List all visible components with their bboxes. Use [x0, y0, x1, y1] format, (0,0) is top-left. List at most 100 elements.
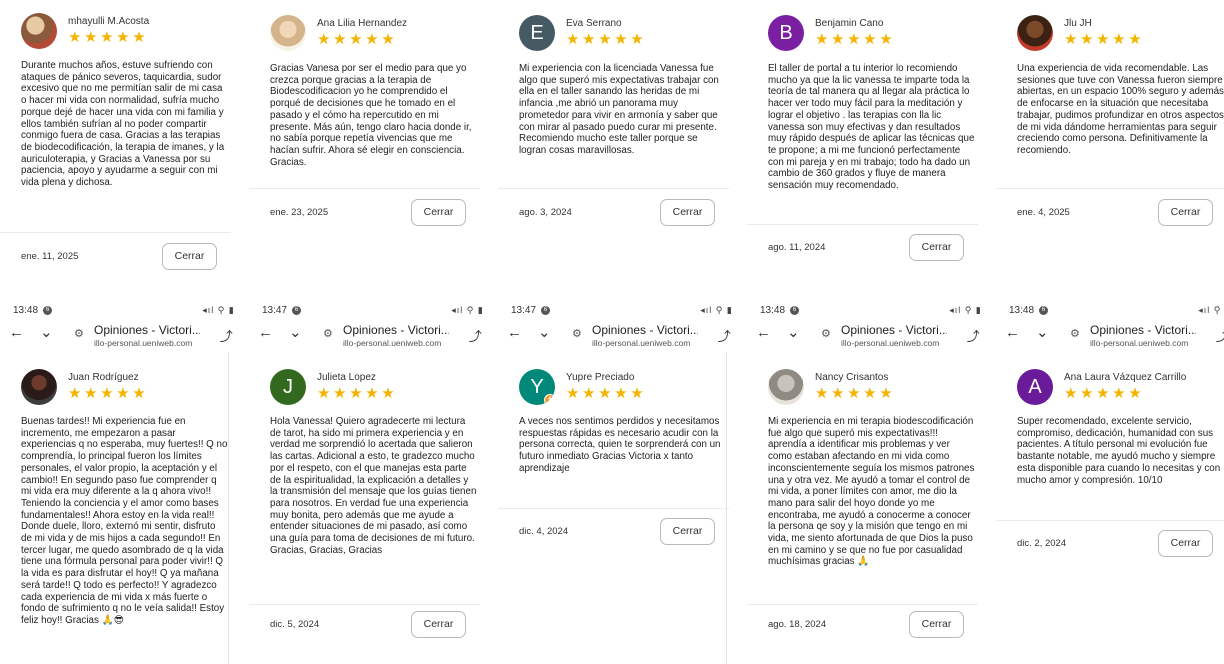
status-time: 13:48	[1009, 304, 1035, 316]
close-button[interactable]: Cerrar	[411, 611, 466, 638]
review-date: ago. 18, 2024	[768, 619, 827, 630]
avatar-letter: Y	[530, 376, 544, 398]
tune-icon[interactable]: ⚙	[74, 327, 84, 340]
page-title: Opiniones - Victori...	[94, 323, 200, 337]
review-date: dic. 2, 2024	[1017, 538, 1067, 549]
tune-icon[interactable]: ⚙	[821, 327, 831, 340]
share-icon[interactable]: ⤴	[220, 326, 233, 345]
browser-toolbar: ← ⌄ ⚙ Opiniones - Victori... illo-person…	[747, 320, 992, 352]
divider	[498, 508, 729, 509]
review-date: ago. 3, 2024	[519, 207, 572, 218]
review-text: Super recomendado, excelente servicio, c…	[1017, 416, 1221, 486]
arrow-left-icon[interactable]: ←	[756, 325, 771, 340]
tune-icon[interactable]: ⚙	[572, 327, 582, 340]
chevron-down-icon[interactable]: ⌄	[1036, 325, 1049, 340]
page-title: Opiniones - Victori...	[343, 323, 449, 337]
review-text: Hola Vanessa! Quiero agradecerte mi lect…	[270, 416, 477, 556]
star-rating: ★★★★★	[317, 31, 398, 48]
avatar: E	[519, 15, 555, 51]
page-url[interactable]: illo-personal.ueniweb.com	[841, 338, 939, 348]
review-date: ago. 11, 2024	[768, 242, 826, 253]
close-button[interactable]: Cerrar	[909, 234, 964, 261]
review-date: dic. 5, 2024	[270, 619, 320, 630]
page-url[interactable]: illo-personal.ueniweb.com	[1090, 338, 1188, 348]
chevron-down-icon[interactable]: ⌄	[538, 325, 551, 340]
reviewer-name: Jlu JH	[1064, 18, 1092, 29]
chevron-down-icon[interactable]: ⌄	[289, 325, 302, 340]
scrollbar[interactable]	[228, 352, 229, 664]
tune-icon[interactable]: ⚙	[323, 327, 333, 340]
page-title: Opiniones - Victori...	[592, 323, 698, 337]
status-icons: ◂ıl ⚲ ▮	[451, 304, 484, 315]
local-guide-badge-icon: ✦	[544, 394, 555, 405]
arrow-left-icon[interactable]: ←	[258, 325, 273, 340]
page-url[interactable]: illo-personal.ueniweb.com	[592, 338, 690, 348]
review-card-benjamin: B Benjamin Cano ★★★★★ El taller de porta…	[747, 0, 992, 332]
arrow-left-icon[interactable]: ←	[1005, 325, 1020, 340]
star-rating: ★★★★★	[566, 31, 647, 48]
status-time: 13:48	[13, 304, 39, 316]
reviewer-name: Julieta Lopez	[317, 372, 376, 383]
page-title: Opiniones - Victori...	[841, 323, 947, 337]
divider	[996, 188, 1224, 189]
close-button[interactable]: Cerrar	[660, 518, 715, 545]
phone-screen-ana-laura: 13:48 6 ◂ıl ⚲ ▮ ← ⌄ ⚙ Opiniones - Victor…	[996, 300, 1224, 664]
review-card-eva: E Eva Serrano ★★★★★ Mi experiencia con l…	[498, 0, 743, 332]
phone-screen-juan: 13:48 6 ◂ıl ⚲ ▮ ← ⌄ ⚙ Opiniones - Victor…	[0, 300, 245, 664]
chevron-down-icon[interactable]: ⌄	[40, 325, 53, 340]
divider	[249, 188, 480, 189]
share-icon[interactable]: ⤴	[967, 326, 980, 345]
reviewer-name: Juan Rodríguez	[68, 372, 139, 383]
tune-icon[interactable]: ⚙	[1070, 327, 1080, 340]
scrollbar[interactable]	[726, 352, 727, 664]
page-url[interactable]: illo-personal.ueniweb.com	[343, 338, 441, 348]
reviewer-name: Yupre Preciado	[566, 372, 635, 383]
close-button[interactable]: Cerrar	[909, 611, 964, 638]
notification-badge: 6	[292, 305, 302, 315]
review-date: ene. 23, 2025	[270, 207, 329, 218]
review-card-jlu: Jlu JH ★★★★★ Una experiencia de vida rec…	[996, 0, 1224, 332]
share-icon[interactable]: ⤴	[1216, 326, 1224, 345]
share-icon[interactable]: ⤴	[469, 326, 482, 345]
status-bar: 13:47 6 ◂ıl ⚲ ▮	[262, 303, 484, 317]
reviewer-name: mhayulli M.Acosta	[68, 16, 150, 27]
close-button[interactable]: Cerrar	[1158, 530, 1213, 557]
review-card-ana-lilia: Ana Lilia Hernandez ★★★★★ Gracias Vanesa…	[249, 0, 494, 332]
star-rating: ★★★★★	[68, 385, 149, 402]
close-button[interactable]: Cerrar	[411, 199, 466, 226]
avatar: J	[270, 369, 306, 405]
close-button[interactable]: Cerrar	[1158, 199, 1213, 226]
status-icons: ◂ıl ⚲ ▮	[700, 304, 733, 315]
arrow-left-icon[interactable]: ←	[9, 325, 24, 340]
phone-screen-nancy: 13:48 6 ◂ıl ⚲ ▮ ← ⌄ ⚙ Opiniones - Victor…	[747, 300, 992, 664]
reviewer-name: Ana Lilia Hernandez	[317, 18, 408, 29]
status-bar: 13:47 6 ◂ıl ⚲ ▮	[511, 303, 733, 317]
reviewer-name: Nancy Crisantos	[815, 372, 889, 383]
phone-screen-julieta: 13:47 6 ◂ıl ⚲ ▮ ← ⌄ ⚙ Opiniones - Victor…	[249, 300, 494, 664]
status-bar: 13:48 6 ◂ıl ⚲ ▮	[1009, 303, 1224, 317]
notification-badge: 6	[43, 305, 53, 315]
star-rating: ★★★★★	[815, 385, 896, 402]
browser-toolbar: ← ⌄ ⚙ Opiniones - Victori... illo-person…	[249, 320, 494, 352]
status-time: 13:47	[511, 304, 537, 316]
avatar: Y ✦	[519, 369, 555, 405]
page-url[interactable]: illo-personal.ueniweb.com	[94, 338, 192, 348]
star-rating: ★★★★★	[1064, 385, 1145, 402]
close-button[interactable]: Cerrar	[162, 243, 217, 270]
avatar	[21, 369, 57, 405]
divider	[249, 604, 480, 605]
browser-toolbar: ← ⌄ ⚙ Opiniones - Victori... illo-person…	[0, 320, 245, 352]
review-text: Buenas tardes!! Mi experiencia fue en in…	[21, 416, 228, 626]
review-date: ene. 11, 2025	[21, 251, 79, 262]
chevron-down-icon[interactable]: ⌄	[787, 325, 800, 340]
review-card-mhayulli: mhayulli M.Acosta ★★★★★ Durante muchos a…	[0, 0, 245, 332]
close-button[interactable]: Cerrar	[660, 199, 715, 226]
arrow-left-icon[interactable]: ←	[507, 325, 522, 340]
divider	[747, 224, 978, 225]
notification-badge: 6	[790, 305, 800, 315]
star-rating: ★★★★★	[1064, 31, 1145, 48]
reviewer-name: Ana Laura Vázquez Carrillo	[1064, 372, 1187, 383]
review-date: ene. 4, 2025	[1017, 207, 1070, 218]
share-icon[interactable]: ⤴	[718, 326, 731, 345]
reviewer-name: Eva Serrano	[566, 18, 622, 29]
